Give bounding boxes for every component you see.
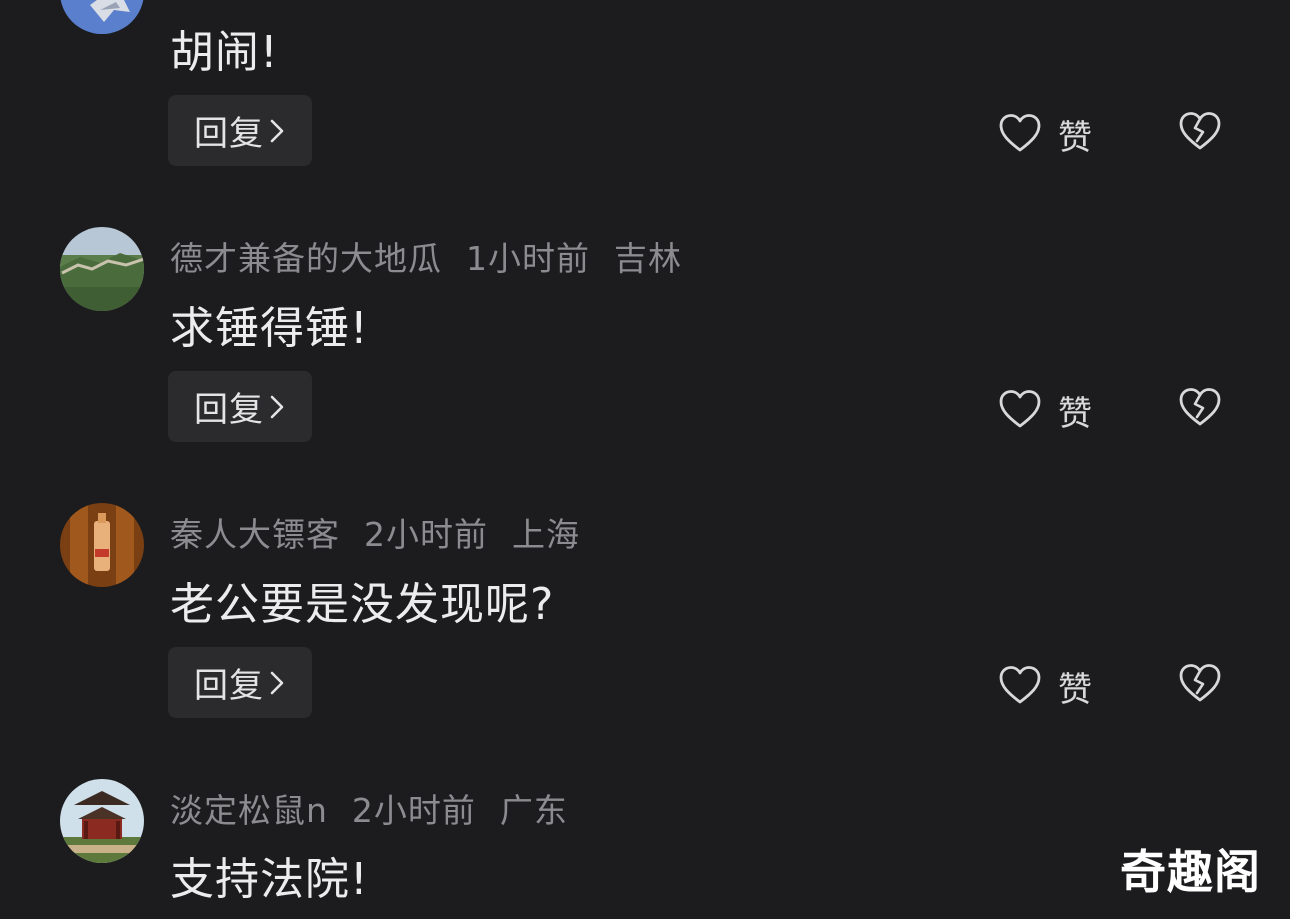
reply-button[interactable]: 回复 bbox=[168, 95, 312, 166]
reply-label: 回复 bbox=[194, 114, 264, 154]
like-button[interactable]: 赞 bbox=[998, 386, 1092, 435]
location: 吉林 bbox=[614, 239, 682, 278]
timestamp: 1小时前 bbox=[466, 239, 590, 278]
chevron-right-icon bbox=[268, 118, 286, 144]
watermark: 奇趣阁 bbox=[1120, 845, 1261, 899]
timestamp: 2小时前 bbox=[351, 791, 476, 830]
like-label: 赞 bbox=[1058, 394, 1092, 434]
timestamp: 2小时前 bbox=[364, 515, 488, 554]
broken-heart-icon bbox=[1178, 664, 1222, 708]
avatar[interactable] bbox=[60, 0, 144, 34]
dislike-button[interactable] bbox=[1178, 386, 1222, 432]
dislike-button[interactable] bbox=[1178, 110, 1222, 156]
reply-button[interactable]: 回复 bbox=[168, 647, 312, 718]
comment-text: 支持法院! bbox=[170, 854, 369, 905]
username[interactable]: 德才兼备的大地瓜 bbox=[170, 239, 442, 278]
like-button[interactable]: 赞 bbox=[998, 110, 1092, 159]
chevron-right-icon bbox=[268, 670, 286, 696]
pavilion-avatar-image bbox=[60, 779, 144, 863]
like-button[interactable]: 赞 bbox=[998, 662, 1092, 711]
reply-label: 回复 bbox=[194, 390, 264, 430]
dislike-button[interactable] bbox=[1178, 662, 1222, 708]
avatar[interactable] bbox=[60, 503, 144, 587]
location: 上海 bbox=[512, 515, 580, 554]
avatar[interactable] bbox=[60, 779, 144, 863]
bottle-avatar-image bbox=[60, 503, 144, 587]
avatar[interactable] bbox=[60, 227, 144, 311]
username[interactable]: 淡定松鼠n bbox=[170, 791, 328, 830]
heart-outline-icon bbox=[998, 389, 1042, 433]
reply-button[interactable]: 回复 bbox=[168, 371, 312, 442]
great-wall-avatar-image bbox=[60, 227, 144, 311]
like-label: 赞 bbox=[1058, 670, 1092, 710]
heart-outline-icon bbox=[998, 665, 1042, 709]
comment-text: 求锤得锤! bbox=[170, 303, 369, 354]
comment-text: 老公要是没发现呢? bbox=[170, 579, 555, 630]
comment-text: 胡闹! bbox=[170, 27, 279, 78]
location: 广东 bbox=[499, 791, 568, 830]
like-label: 赞 bbox=[1058, 118, 1092, 158]
chevron-right-icon bbox=[268, 394, 286, 420]
reply-label: 回复 bbox=[194, 666, 264, 706]
comment-meta: 德才兼备的大地瓜 1小时前 吉林 bbox=[170, 232, 706, 280]
comment-meta: 淡定松鼠n 2小时前 广东 bbox=[170, 784, 592, 832]
heart-outline-icon bbox=[998, 113, 1042, 157]
broken-heart-icon bbox=[1178, 388, 1222, 432]
username[interactable]: 秦人大镖客 bbox=[170, 515, 340, 554]
fighter-jet-avatar-image bbox=[60, 0, 144, 34]
comment-meta: 秦人大镖客 2小时前 上海 bbox=[170, 508, 604, 556]
broken-heart-icon bbox=[1178, 112, 1222, 156]
